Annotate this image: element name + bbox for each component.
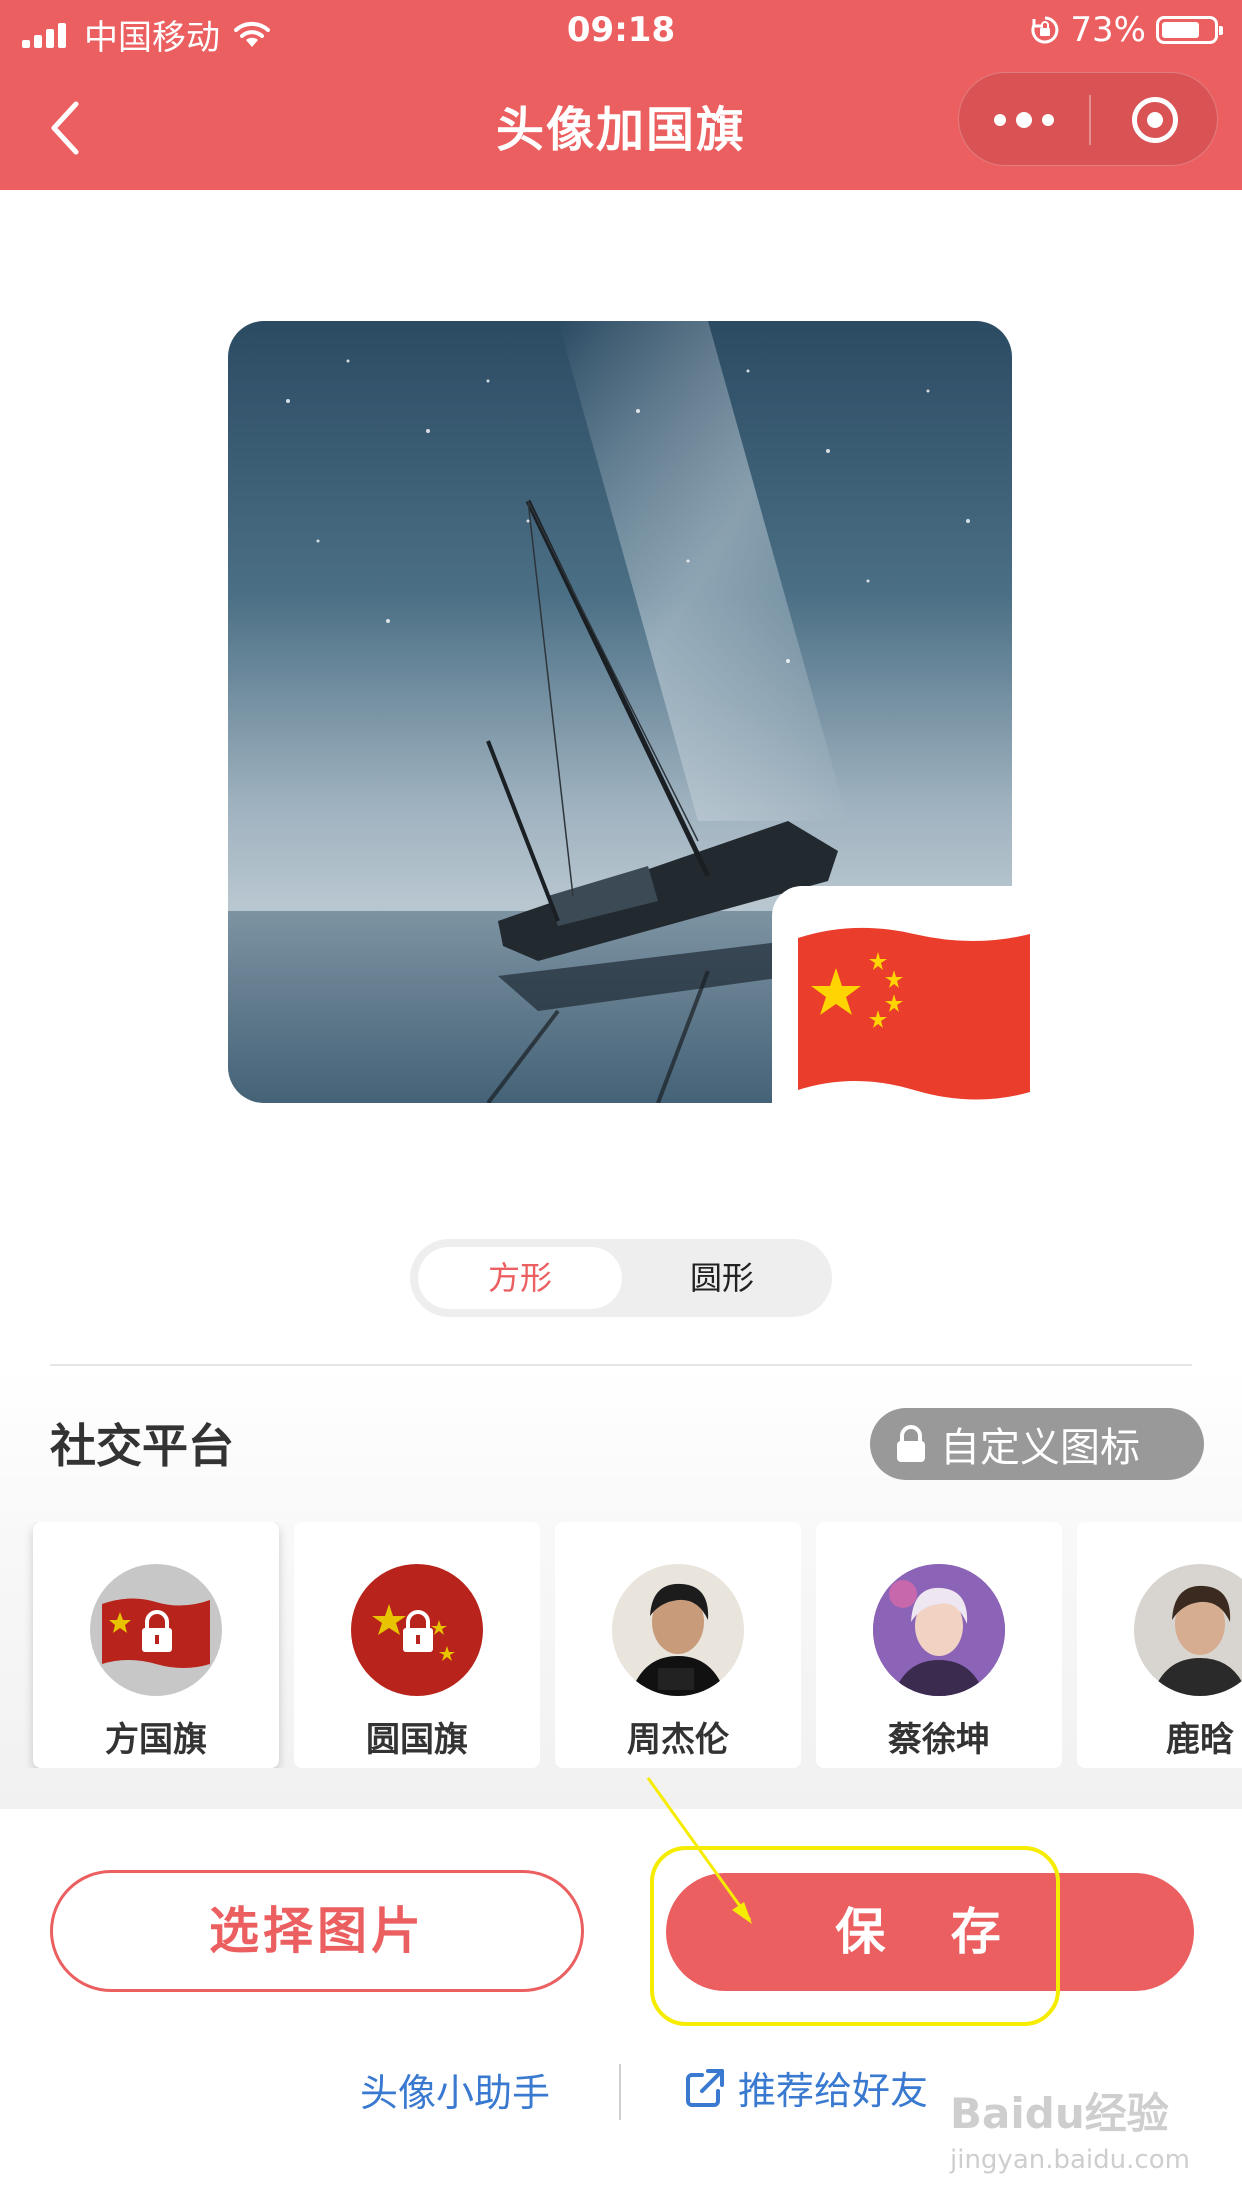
avatar-helper-link[interactable]: 头像小助手: [360, 2062, 550, 2117]
custom-icon-label: 自定义图标: [940, 1425, 1140, 1471]
lock-icon: [897, 1425, 925, 1462]
battery-percent: 73%: [1070, 10, 1146, 50]
card-label: 方国旗: [105, 1720, 207, 1760]
share-external-icon: [686, 2068, 724, 2107]
round-flag-thumb: [351, 1564, 483, 1696]
target-icon: [1132, 97, 1178, 143]
choose-image-button[interactable]: 选择图片: [50, 1870, 584, 1992]
watermark-brand: Baidu经验: [950, 2089, 1169, 2138]
platform-card-square-flag[interactable]: 方国旗: [33, 1522, 279, 1768]
baidu-watermark: Baidu经验 jingyan.baidu.com: [950, 2080, 1190, 2175]
navigation-bar: 头像加国旗: [0, 62, 1242, 190]
card-label: 圆国旗: [366, 1720, 468, 1760]
mini-program-capsule: [958, 72, 1218, 166]
flag-overlay-badge: [772, 886, 1040, 1106]
square-flag-thumb: [90, 1564, 222, 1696]
watermark-url: jingyan.baidu.com: [950, 2145, 1190, 2175]
card-label: 蔡徐坤: [888, 1720, 990, 1760]
shape-option-circle[interactable]: 圆形: [620, 1247, 824, 1309]
battery-level: [1162, 22, 1199, 38]
platform-card-round-flag[interactable]: 圆国旗: [294, 1522, 540, 1768]
platform-card-zhou-jielun[interactable]: 周杰伦: [555, 1522, 801, 1768]
avatar: [873, 1564, 1005, 1696]
close-mini-program-button[interactable]: [1091, 73, 1219, 167]
platform-card-cai-xukun[interactable]: 蔡徐坤: [816, 1522, 1062, 1768]
recommend-to-friend-link[interactable]: 推荐给好友: [684, 2060, 928, 2115]
shape-option-square[interactable]: 方形: [418, 1247, 622, 1309]
battery-icon: [1156, 16, 1223, 44]
platform-card-lu-han[interactable]: 鹿晗: [1077, 1522, 1242, 1768]
status-bar: 中国移动 09:18 73%: [0, 0, 1242, 62]
status-right: 73%: [1030, 10, 1223, 50]
footer-divider: [619, 2064, 621, 2120]
card-label: 周杰伦: [627, 1720, 729, 1760]
avatar: [1134, 1564, 1242, 1696]
custom-icon-button[interactable]: 自定义图标: [870, 1408, 1204, 1480]
section-title: 社交平台: [50, 1419, 234, 1473]
avatar: [612, 1564, 744, 1696]
social-platform-section: 社交平台 自定义图标 方国旗 圆国旗 周杰伦 蔡徐坤 鹿晗: [0, 1366, 1242, 1809]
platform-card-list: 方国旗 圆国旗 周杰伦 蔡徐坤 鹿晗: [0, 1522, 1242, 1768]
china-flag-icon: [798, 927, 1030, 1100]
rotation-lock-icon: [1031, 16, 1059, 44]
shape-toggle: 方形 圆形: [410, 1239, 832, 1317]
recommend-label: 推荐给好友: [738, 2069, 929, 2113]
card-label: 鹿晗: [1166, 1720, 1234, 1760]
more-button[interactable]: [959, 73, 1089, 167]
annotation-arrow-icon: [646, 1777, 752, 1924]
